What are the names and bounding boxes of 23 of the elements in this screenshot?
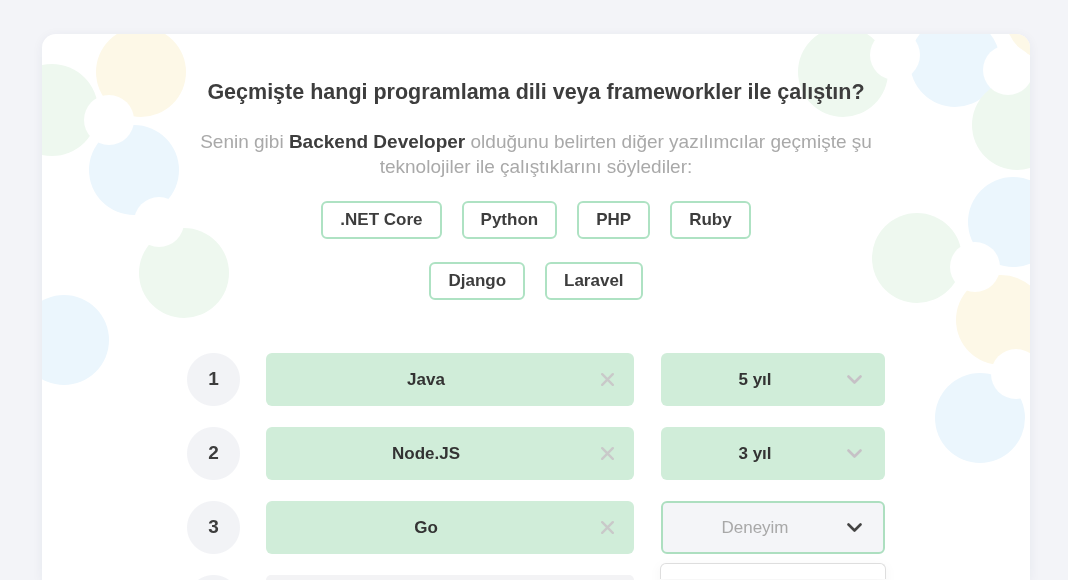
step-number: 2 <box>187 427 240 480</box>
step-number: 1 <box>187 353 240 406</box>
question-title: Geçmişte hangi programlama dili veya frameworkler ile çalıştın? <box>207 79 865 105</box>
suggestion-chip[interactable]: Django <box>429 262 526 300</box>
suggestion-chip[interactable]: Laravel <box>545 262 643 300</box>
close-icon[interactable] <box>601 521 614 534</box>
chevron-down-icon <box>847 523 862 532</box>
suggestion-chip[interactable]: Ruby <box>670 201 751 239</box>
suggestion-chip[interactable]: PHP <box>577 201 651 239</box>
experience-select[interactable]: 5 yıl <box>661 353 885 406</box>
experience-select[interactable]: Deneyim <box>661 501 885 554</box>
step-number: 3 <box>187 501 240 554</box>
suggestion-chip[interactable]: .NET Core <box>321 201 442 239</box>
question-description: Senin gibi Backend Developer olduğunu belirten diğer yazılımcılar geçmişte şu teknolojiler ile çalıştıklarını söylediler: <box>199 130 873 179</box>
experience-select[interactable]: 3 yıl <box>661 427 885 480</box>
close-icon[interactable] <box>601 447 614 460</box>
technology-field[interactable]: Java <box>266 353 634 406</box>
technology-field[interactable]: Go <box>266 501 634 554</box>
technology-field[interactable]: Node.JS <box>266 427 634 480</box>
suggestion-chip[interactable]: Python <box>461 201 558 239</box>
chevron-down-icon <box>847 449 862 458</box>
close-icon[interactable] <box>601 373 614 386</box>
chevron-down-icon <box>847 375 862 384</box>
